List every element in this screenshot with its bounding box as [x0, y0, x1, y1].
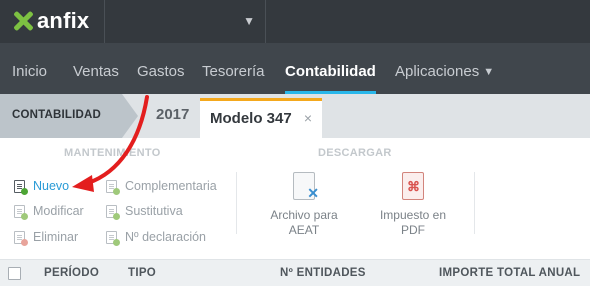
- archivo-aeat-button[interactable]: ✕ Archivo para AEAT: [259, 172, 349, 238]
- edit-document-icon: [14, 204, 28, 220]
- nav-inicio[interactable]: Inicio: [12, 43, 47, 94]
- breadcrumb-root[interactable]: CONTABILIDAD: [0, 94, 122, 138]
- modificar-button[interactable]: Modificar: [14, 202, 84, 220]
- logo-x-icon: [12, 10, 34, 32]
- substitute-document-icon: [106, 204, 120, 220]
- toolbar-divider-2: [474, 172, 475, 234]
- table-header: PERÍODO TIPO Nº ENTIDADES IMPORTE TOTAL …: [0, 259, 590, 286]
- group-title-descargar: DESCARGAR: [318, 147, 392, 159]
- nuevo-label: Nuevo: [33, 179, 70, 193]
- close-icon[interactable]: ×: [304, 110, 312, 126]
- top-bar: anfix ▼: [0, 0, 590, 43]
- nav-ventas[interactable]: Ventas: [73, 43, 119, 94]
- column-importe-total[interactable]: IMPORTE TOTAL ANUAL: [439, 267, 580, 279]
- modificar-label: Modificar: [33, 204, 84, 218]
- column-tipo[interactable]: TIPO: [128, 267, 156, 279]
- eliminar-label: Eliminar: [33, 230, 79, 244]
- archivo-aeat-label-1: Archivo para: [270, 208, 338, 222]
- nav-contabilidad[interactable]: Contabilidad: [285, 43, 376, 94]
- complementaria-label: Complementaria: [125, 179, 217, 193]
- delete-document-icon: [14, 230, 28, 246]
- nav-aplicaciones-label: Aplicaciones: [395, 63, 480, 80]
- impuesto-pdf-label-2: PDF: [401, 223, 425, 237]
- tab-modelo-347[interactable]: Modelo 347 ×: [200, 98, 322, 138]
- nav-gastos[interactable]: Gastos: [137, 43, 185, 94]
- new-document-icon: [14, 179, 28, 195]
- numero-declaracion-button[interactable]: Nº declaración: [106, 228, 206, 246]
- nuevo-button[interactable]: Nuevo: [14, 177, 69, 195]
- eliminar-button[interactable]: Eliminar: [14, 228, 78, 246]
- numero-declaracion-label: Nº declaración: [125, 230, 206, 244]
- tab-label: Modelo 347: [210, 110, 292, 127]
- impuesto-pdf-label-1: Impuesto en: [379, 208, 447, 222]
- column-entidades[interactable]: Nº ENTIDADES: [280, 267, 366, 279]
- group-title-mantenimiento: MANTENIMIENTO: [64, 147, 161, 159]
- main-nav: Inicio Ventas Gastos Tesorería Contabili…: [0, 43, 590, 94]
- breadcrumb: CONTABILIDAD 2017 Modelo 347 ×: [0, 94, 590, 138]
- complementary-document-icon: [106, 179, 120, 195]
- nav-tesoreria[interactable]: Tesorería: [202, 43, 265, 94]
- pdf-file-icon: ⌘: [402, 172, 424, 200]
- breadcrumb-root-label: CONTABILIDAD: [12, 109, 102, 121]
- column-periodo[interactable]: PERÍODO: [44, 267, 99, 279]
- anfix-logo[interactable]: anfix: [12, 8, 89, 34]
- logo-text: anfix: [37, 8, 90, 33]
- breadcrumb-year[interactable]: 2017: [156, 106, 189, 123]
- aeat-file-icon: ✕: [293, 172, 319, 201]
- select-all-checkbox[interactable]: [8, 267, 21, 280]
- caret-down-icon: ▼: [483, 66, 495, 78]
- impuesto-pdf-button[interactable]: ⌘ Impuesto en PDF: [368, 172, 458, 238]
- breadcrumb-arrow: [122, 94, 138, 138]
- toolbar-divider: [236, 172, 237, 234]
- chevron-down-icon: ▼: [243, 14, 255, 28]
- nav-aplicaciones[interactable]: Aplicaciones ▼: [395, 43, 494, 94]
- company-selector[interactable]: ▼: [104, 0, 266, 43]
- declaration-number-icon: [106, 230, 120, 246]
- sustitutiva-label: Sustitutiva: [125, 204, 183, 218]
- sustitutiva-button[interactable]: Sustitutiva: [106, 202, 183, 220]
- archivo-aeat-label-2: AEAT: [288, 223, 320, 237]
- complementaria-button[interactable]: Complementaria: [106, 177, 217, 195]
